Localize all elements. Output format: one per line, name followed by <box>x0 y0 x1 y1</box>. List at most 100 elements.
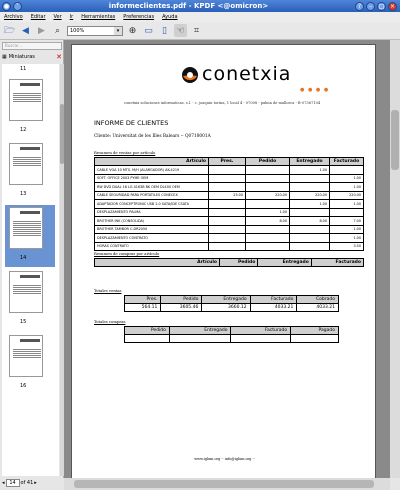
table-cell: SOFT. OFFICE 2003 PYME OEM <box>94 173 209 183</box>
fit-page-icon[interactable]: ▯ <box>158 24 171 37</box>
forward-icon[interactable]: ▶ <box>35 24 48 37</box>
minimize-icon[interactable]: – <box>366 1 375 11</box>
back-icon[interactable]: ◀ <box>19 24 32 37</box>
table-cell <box>289 224 330 234</box>
scroll-thumb[interactable] <box>74 480 374 488</box>
zoom-in-icon[interactable]: ⊕ <box>126 24 139 37</box>
table-cell <box>208 173 246 183</box>
menu-preferencias[interactable]: Preferencias <box>123 14 154 20</box>
total-cell: 4033.21 <box>296 303 339 312</box>
table-cell: CABLE SEGURIDAD PARA PORTATILES CONECEX <box>94 190 209 200</box>
help-icon[interactable]: ? <box>355 1 364 11</box>
close-icon[interactable]: ✕ <box>56 53 62 61</box>
table-cell: 1.00 <box>329 182 364 192</box>
table-cell: DESPLAZAMIENTO CONTRATO <box>94 233 209 243</box>
vertical-scrollbar[interactable] <box>390 40 400 478</box>
thumbnails-icon: ▦ <box>2 54 7 60</box>
menu-bar: Archivo Editar Ver Ir Herramientas Prefe… <box>0 12 400 22</box>
table-cell <box>289 207 330 217</box>
table-cell <box>245 241 290 251</box>
table-cell: 1.00 <box>329 199 364 209</box>
page-footer: www.iglum.org -- info@iglum.org -- <box>194 457 255 461</box>
col-header: Pres. <box>123 295 162 304</box>
table-cell <box>245 173 290 183</box>
close-icon[interactable]: × <box>388 1 397 11</box>
table-cell <box>208 241 246 251</box>
col-header: Pedido <box>160 295 203 304</box>
purchases-table: Artículo Pedido Entregado Facturado <box>94 258 365 267</box>
sales-section-title: Resumen de ventas por artículo <box>94 150 156 155</box>
table-cell: 25.00 <box>208 190 246 200</box>
company-address: conetxia soluciones informaticas, s.l. -… <box>124 101 321 105</box>
zoom-icon[interactable]: ⌕ <box>51 24 64 37</box>
table-row: RW DVD DUAL 16 LG 4163B BK OEM DL400 OEM… <box>94 182 364 192</box>
thumbnail[interactable]: 13 <box>5 141 55 203</box>
menu-ir[interactable]: Ir <box>70 14 74 20</box>
table-cell <box>245 165 290 175</box>
col-header: Pedido <box>124 326 170 335</box>
table-cell <box>208 224 246 234</box>
table-cell: DESPLAZAMIENTO PALMA <box>94 207 209 217</box>
logo-dots: ● ● ● ● <box>300 87 330 93</box>
col-header: Artículo <box>94 258 220 267</box>
select-tool-icon[interactable]: ⌗ <box>190 24 203 37</box>
first-page-icon[interactable]: ◂ <box>2 480 5 486</box>
table-cell <box>329 165 364 175</box>
table-cell: 1.00 <box>329 224 364 234</box>
table-cell: HORAS CONTRATO <box>94 241 209 251</box>
col-header: Entregado <box>201 295 251 304</box>
horizontal-scrollbar[interactable] <box>64 478 390 490</box>
table-cell <box>245 233 290 243</box>
thumbnail-number: 15 <box>20 319 27 325</box>
zoom-select[interactable]: 100% ▾ <box>67 25 123 36</box>
thumbnail[interactable]: 16 <box>5 333 55 395</box>
table-cell: 8.00 <box>245 216 290 226</box>
table-cell: 220.00 <box>289 190 330 200</box>
sales-totals-table: Pres. Pedido Entregado Facturado Cobrado… <box>123 295 339 312</box>
table-cell: 8.00 <box>289 216 330 226</box>
col-header: Entregado <box>168 326 232 335</box>
scroll-thumb[interactable] <box>391 110 399 170</box>
table-cell: 1.00 <box>289 165 330 175</box>
thumbnail[interactable]: 12 <box>5 77 55 139</box>
table-cell: 220.00 <box>245 190 290 200</box>
total-cell: 564.11 <box>123 303 162 312</box>
thumbnail-search-input[interactable]: Buscar... <box>2 42 62 50</box>
chevron-down-icon[interactable]: ˅ <box>13 1 22 11</box>
thumbnail[interactable]: 15 <box>5 269 55 331</box>
document-view[interactable]: conetxia ● ● ● ● conetxia soluciones inf… <box>64 40 390 478</box>
menu-editar[interactable]: Editar <box>31 14 46 20</box>
col-header: Facturado <box>249 295 298 304</box>
title-bar: ● ˅ informeclientes.pdf - KPDF <@omicron… <box>0 0 400 12</box>
menu-herramientas[interactable]: Herramientas <box>81 14 115 20</box>
pdf-page: conetxia ● ● ● ● conetxia soluciones inf… <box>71 44 376 478</box>
page-navigator: ◂ 14 of 41 ▸ <box>0 478 64 488</box>
fit-width-icon[interactable]: ▭ <box>142 24 155 37</box>
total-cell: 3660.12 <box>201 303 251 312</box>
col-header: Entregado <box>257 258 312 267</box>
col-header: Pedido <box>218 258 259 267</box>
total-cell: 3605.46 <box>160 303 203 312</box>
app-menu-icon[interactable]: ● <box>2 1 11 11</box>
thumbnail[interactable]: 11 <box>5 64 55 74</box>
open-icon[interactable]: 🗁 <box>3 24 16 37</box>
conetxia-logo-icon <box>182 67 198 83</box>
table-row: CABLE SEGURIDAD PARA PORTATILES CONECEX 2… <box>94 190 364 200</box>
col-header: Facturado <box>230 326 292 335</box>
menu-ayuda[interactable]: Ayuda <box>162 14 177 20</box>
thumbnail-selected[interactable]: 14 <box>5 205 55 267</box>
menu-ver[interactable]: Ver <box>54 14 62 20</box>
hand-tool-icon[interactable]: ☜ <box>174 24 187 37</box>
menu-archivo[interactable]: Archivo <box>4 14 23 20</box>
sales-totals-title: Totales ventas <box>94 288 122 293</box>
table-cell <box>329 207 364 217</box>
thumbnail-number: 16 <box>20 383 27 389</box>
page-number-input[interactable]: 14 <box>5 479 20 487</box>
next-page-icon[interactable]: ▸ <box>34 480 37 486</box>
sidebar-tab-thumbnails[interactable]: ▦ Miniaturas ✕ <box>2 52 62 62</box>
col-header: Facturado <box>329 157 364 166</box>
table-cell: RW DVD DUAL 16 LG 4163B BK OEM DL400 OEM <box>94 182 209 192</box>
thumbnail-list[interactable]: 11 12 13 14 15 16 <box>2 64 59 476</box>
maximize-icon[interactable]: □ <box>377 1 386 11</box>
chevron-down-icon: ▾ <box>114 26 122 35</box>
